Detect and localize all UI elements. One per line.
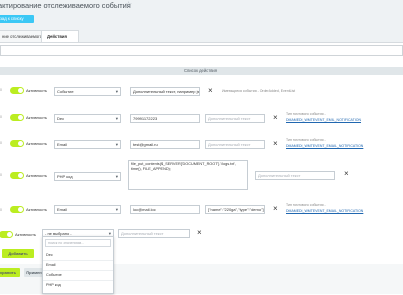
dropdown-option[interactable]: Email — [46, 263, 56, 267]
action-value-input[interactable]: loc@mail.loc — [130, 205, 200, 214]
add-action-button[interactable]: Добавить — [2, 249, 34, 258]
chevron-down-icon: ▾ — [115, 89, 118, 94]
extra-text-input[interactable]: Дополнительный текст — [255, 171, 335, 180]
action-type-select[interactable]: Email ▾ — [54, 140, 121, 149]
divider — [43, 280, 113, 281]
hint-text: Тип почтового события - — [286, 138, 326, 142]
extra-text-input[interactable]: Дополнительный текст — [205, 114, 265, 123]
select-value: Событие — [57, 89, 74, 94]
dropdown-search-input[interactable]: поиск по значениям... — [45, 239, 111, 247]
row-number: 0 — [0, 208, 2, 212]
top-field[interactable] — [0, 45, 403, 56]
close-icon[interactable]: × — [273, 205, 278, 213]
action-value-input[interactable]: Дополнительный текст, например json — [130, 87, 200, 96]
toggle-label: Активность — [26, 173, 48, 178]
action-type-select[interactable]: PHP код ▾ — [54, 172, 121, 181]
chevron-down-icon: ▾ — [115, 207, 118, 212]
toggle-active[interactable] — [10, 114, 24, 121]
toggle-label: Активность — [26, 88, 48, 93]
hint-text: Тип почтового события - — [286, 112, 326, 116]
close-icon[interactable]: × — [197, 229, 202, 237]
action-type-select[interactable]: Email ▾ — [54, 205, 121, 214]
select-value: Email — [57, 142, 68, 147]
tab-bar: ние отслеживаемого события Действия — [0, 30, 403, 42]
divider — [43, 270, 113, 271]
extra-text-input[interactable]: ["name":"220ga","type":"demo"] — [205, 205, 265, 214]
close-icon[interactable]: × — [208, 87, 213, 95]
select-value: Dec — [57, 116, 65, 121]
star-icon[interactable]: ☆ — [125, 0, 132, 9]
hint-text: Тип почтового события - — [286, 203, 326, 207]
hint-text: Имеющиеся события - OrderAdded, EventLis… — [222, 89, 296, 93]
action-type-select[interactable]: Событие ▾ — [54, 87, 121, 96]
toggle-label: Активность — [26, 115, 48, 120]
select-value: Email — [57, 207, 68, 212]
dropdown-option[interactable]: PHP код — [46, 283, 61, 287]
dropdown-option[interactable]: Dec — [46, 253, 53, 257]
event-type-link[interactable]: DMAMEDI_WMTEVENT_EMAIL_NOTIFICATION — [286, 144, 363, 148]
close-icon[interactable]: × — [273, 114, 278, 122]
save-button[interactable]: хранить — [0, 268, 20, 277]
type-dropdown: поиск по значениям... Dec Email Событие … — [42, 236, 114, 294]
toggle-label: Активность — [26, 141, 48, 146]
toggle-label: Активность — [26, 207, 48, 212]
back-to-list-button[interactable]: зад к списку — [0, 15, 34, 23]
action-value-input[interactable]: test@gmail.ru — [130, 140, 200, 149]
toggle-active[interactable] — [10, 140, 24, 147]
toggle-active[interactable] — [10, 87, 24, 94]
event-type-link[interactable]: DMAMEDI_WMTEVENT_EMIL_NOTIFICATION — [286, 118, 361, 122]
toggle-active[interactable] — [10, 172, 24, 179]
select-value: PHP код — [57, 174, 73, 179]
tab-actions[interactable]: Действия — [41, 30, 79, 42]
row-number: 0 — [0, 115, 2, 119]
chevron-down-icon: ▾ — [115, 142, 118, 147]
row-number: 0 — [0, 173, 2, 177]
toggle-active[interactable] — [10, 206, 24, 213]
close-icon[interactable]: × — [344, 170, 349, 178]
apply-button[interactable]: Примен — [24, 268, 44, 277]
close-icon[interactable]: × — [273, 140, 278, 148]
php-code-textarea[interactable]: file_put_contents($_SERVER['DOCUMENT_ROO… — [128, 160, 248, 190]
extra-text-input[interactable]: Дополнительный текст — [205, 140, 265, 149]
page-title: актирование отслеживаемого события — [0, 1, 131, 10]
row-number: 0 — [0, 88, 2, 92]
section-title: Список действия — [0, 67, 403, 75]
toggle-label: Активность — [15, 232, 37, 237]
toggle-active[interactable] — [0, 231, 13, 238]
dropdown-option[interactable]: Событие — [46, 273, 62, 277]
row-number: 0 — [0, 141, 2, 145]
chevron-down-icon: ▾ — [115, 116, 118, 121]
extra-text-input[interactable]: Дополнительный текст — [118, 229, 190, 238]
chevron-down-icon: ▾ — [115, 174, 118, 179]
action-value-input[interactable]: 79991172223 — [130, 114, 200, 123]
action-type-select[interactable]: Dec ▾ — [54, 114, 121, 123]
event-type-link[interactable]: DMAMEDI_WMTEVENT_EMAIL_NOTIFICATION — [286, 209, 363, 213]
divider — [43, 260, 113, 261]
